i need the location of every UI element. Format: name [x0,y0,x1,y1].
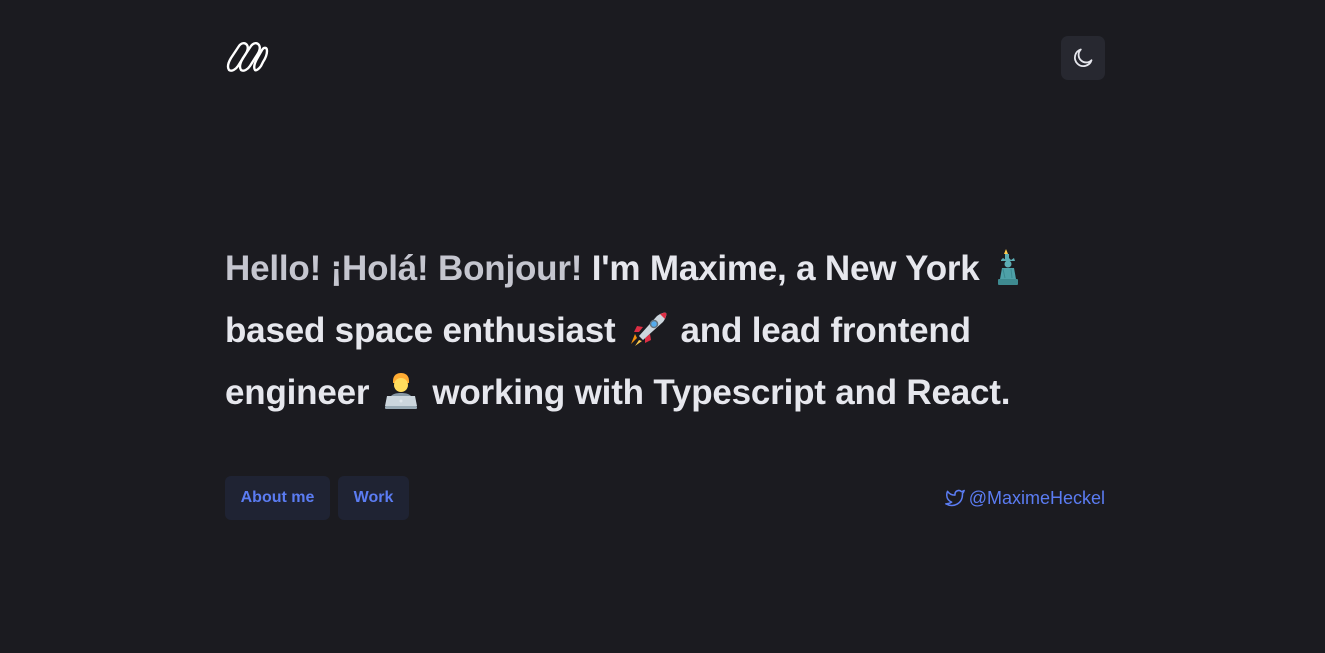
statue-of-liberty-icon [991,248,1025,286]
twitter-link[interactable]: @MaximeHeckel [944,476,1105,520]
actions-row: About me Work @MaximeHeckel [225,476,1105,520]
work-button[interactable]: Work [338,476,409,520]
twitter-handle: @MaximeHeckel [968,487,1105,508]
logo-icon[interactable] [225,38,269,74]
header [225,36,1105,80]
technologist-icon [381,372,421,410]
intro-greeting: Hello! ¡Holá! Bonjour! [225,249,583,288]
theme-toggle-button[interactable] [1061,36,1105,80]
intro-heading: Hello! ¡Holá! Bonjour! I'm Maxime, a New… [225,238,1105,424]
about-me-button[interactable]: About me [225,476,330,520]
intro-text-2: based space enthusiast [225,311,616,350]
intro-text-1: I'm Maxime, a New York [591,249,980,288]
rocket-icon [627,310,669,348]
intro-text-3b: engineer [225,373,379,412]
intro-text-3a: and lead frontend [680,311,971,350]
twitter-icon [944,489,965,507]
moon-icon [1074,48,1093,67]
intro-text-4: working with Typescript and React. [432,373,1011,412]
page-container: Hello! ¡Holá! Bonjour! I'm Maxime, a New… [225,0,1105,653]
